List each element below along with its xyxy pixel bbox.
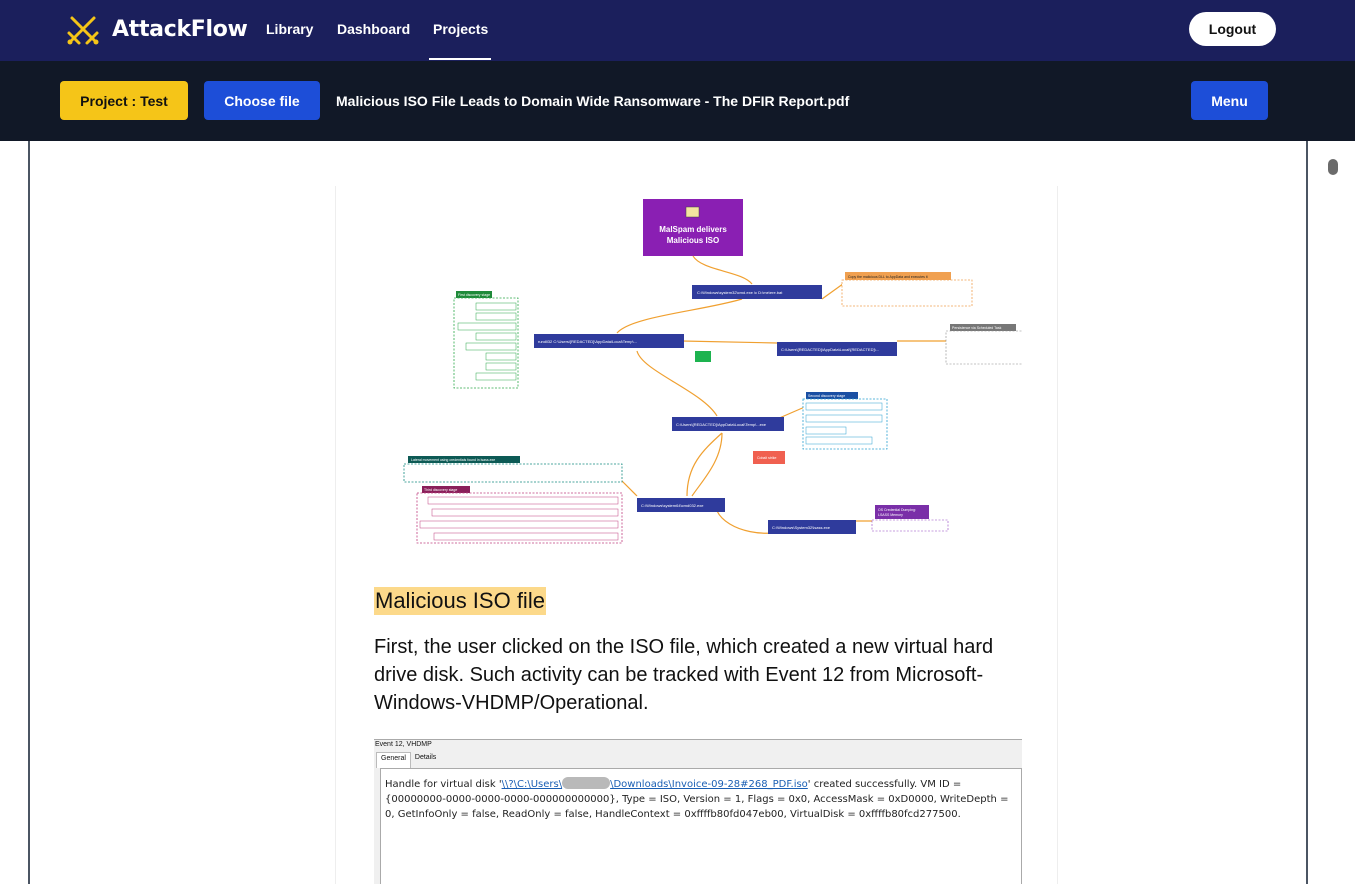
svg-text:C:\Users\[REDACTED]\AppData\Lo: C:\Users\[REDACTED]\AppData\Local\Temp\.… bbox=[676, 422, 767, 427]
svg-text:Copy the malicious DLL to AppD: Copy the malicious DLL to AppData and ex… bbox=[848, 275, 928, 279]
event-tab-details: Details bbox=[414, 754, 437, 761]
svg-text:Second discovery stage: Second discovery stage bbox=[808, 394, 845, 398]
app-logo[interactable]: AttackFlow bbox=[66, 12, 248, 46]
event-path-link-a: \\?\C:\Users\ bbox=[501, 779, 563, 790]
nav-dashboard[interactable]: Dashboard bbox=[337, 21, 410, 37]
svg-text:Malicious ISO: Malicious ISO bbox=[667, 236, 719, 245]
top-nav: AttackFlow Library Dashboard Projects Lo… bbox=[0, 0, 1355, 61]
attack-flow-diagram: MalSpam delivers Malicious ISO C:\Window… bbox=[403, 199, 1022, 544]
event-body: Handle for virtual disk '\\?\C:\Users\ \D… bbox=[380, 768, 1022, 884]
logout-button[interactable]: Logout bbox=[1189, 12, 1276, 46]
section-heading: Malicious ISO file bbox=[374, 587, 546, 615]
section-paragraph: First, the user clicked on the ISO file,… bbox=[374, 636, 994, 714]
svg-text:C:\Windows\System32\lsass.exe: C:\Windows\System32\lsass.exe bbox=[772, 525, 831, 530]
svg-text:rundll32 C:\Users\[REDACTED]\A: rundll32 C:\Users\[REDACTED]\AppData\Loc… bbox=[538, 339, 637, 344]
menu-button[interactable]: Menu bbox=[1191, 81, 1268, 120]
event-title: Event 12, VHDMP bbox=[375, 741, 432, 748]
nav-projects[interactable]: Projects bbox=[433, 21, 488, 37]
event-message: Handle for virtual disk '\\?\C:\Users\ \D… bbox=[385, 777, 1017, 822]
nav-library[interactable]: Library bbox=[266, 21, 313, 37]
svg-text:C:\Users\[REDACTED]\AppData\Lo: C:\Users\[REDACTED]\AppData\Local\[REDAC… bbox=[781, 347, 879, 352]
document-toolbar: Project : Test Choose file Malicious ISO… bbox=[0, 61, 1355, 141]
scrollbar-thumb[interactable] bbox=[1328, 159, 1338, 175]
pdf-viewer[interactable]: MalSpam delivers Malicious ISO C:\Window… bbox=[28, 141, 1308, 884]
svg-text:C:\Windows\system64\cmd032.exe: C:\Windows\system64\cmd032.exe bbox=[641, 503, 704, 508]
svg-text:C:\Windows\system32\cmd.exe /c: C:\Windows\system32\cmd.exe /c D:\me\ere… bbox=[697, 290, 783, 295]
event-viewer-screenshot: Event 12, VHDMP General Details Handle f… bbox=[374, 739, 1022, 884]
choose-file-button[interactable]: Choose file bbox=[204, 81, 320, 120]
svg-text:OS Credential Dumping:: OS Credential Dumping: bbox=[878, 508, 916, 512]
svg-text:Persistence via Scheduled Task: Persistence via Scheduled Task bbox=[952, 326, 1002, 330]
file-name: Malicious ISO File Leads to Domain Wide … bbox=[336, 93, 850, 109]
app-name: AttackFlow bbox=[112, 16, 248, 42]
svg-text:Cobalt strike: Cobalt strike bbox=[757, 456, 777, 460]
svg-text:LSASS Memory: LSASS Memory bbox=[878, 513, 903, 517]
event-tab-general: General bbox=[376, 752, 411, 768]
svg-text:First discovery stage: First discovery stage bbox=[458, 293, 490, 297]
event-text-before: Handle for virtual disk ' bbox=[385, 779, 502, 790]
nav-active-indicator bbox=[429, 58, 491, 60]
event-path-link-b: \Downloads\Invoice-09-28#268_PDF.iso bbox=[610, 779, 808, 790]
svg-text:Lateral movement using credent: Lateral movement using credentials found… bbox=[411, 458, 495, 462]
svg-text:Third discovery stage: Third discovery stage bbox=[424, 488, 457, 492]
crossed-swords-icon bbox=[67, 16, 99, 45]
redaction-mark bbox=[562, 777, 611, 789]
svg-text:MalSpam delivers: MalSpam delivers bbox=[659, 225, 727, 234]
event-tabs: General Details bbox=[376, 752, 440, 768]
project-button[interactable]: Project : Test bbox=[60, 81, 188, 120]
